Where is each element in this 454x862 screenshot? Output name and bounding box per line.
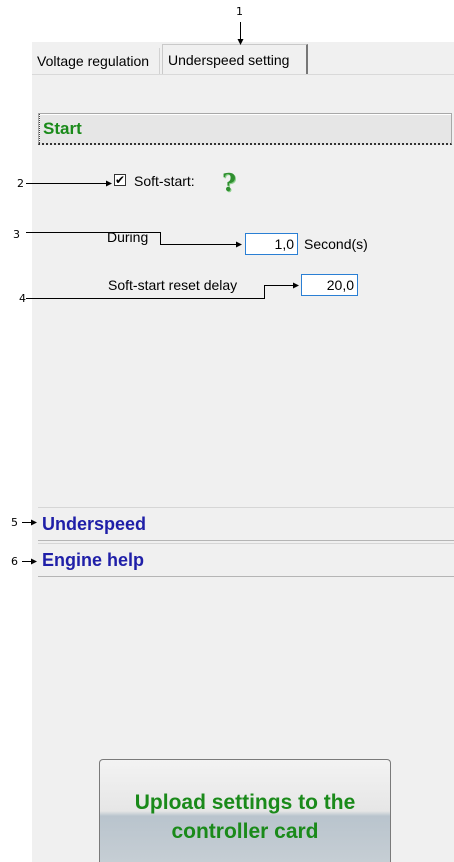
callout-lines	[22, 22, 299, 565]
callout-line-4	[26, 282, 299, 299]
callout-line-3	[26, 232, 242, 248]
